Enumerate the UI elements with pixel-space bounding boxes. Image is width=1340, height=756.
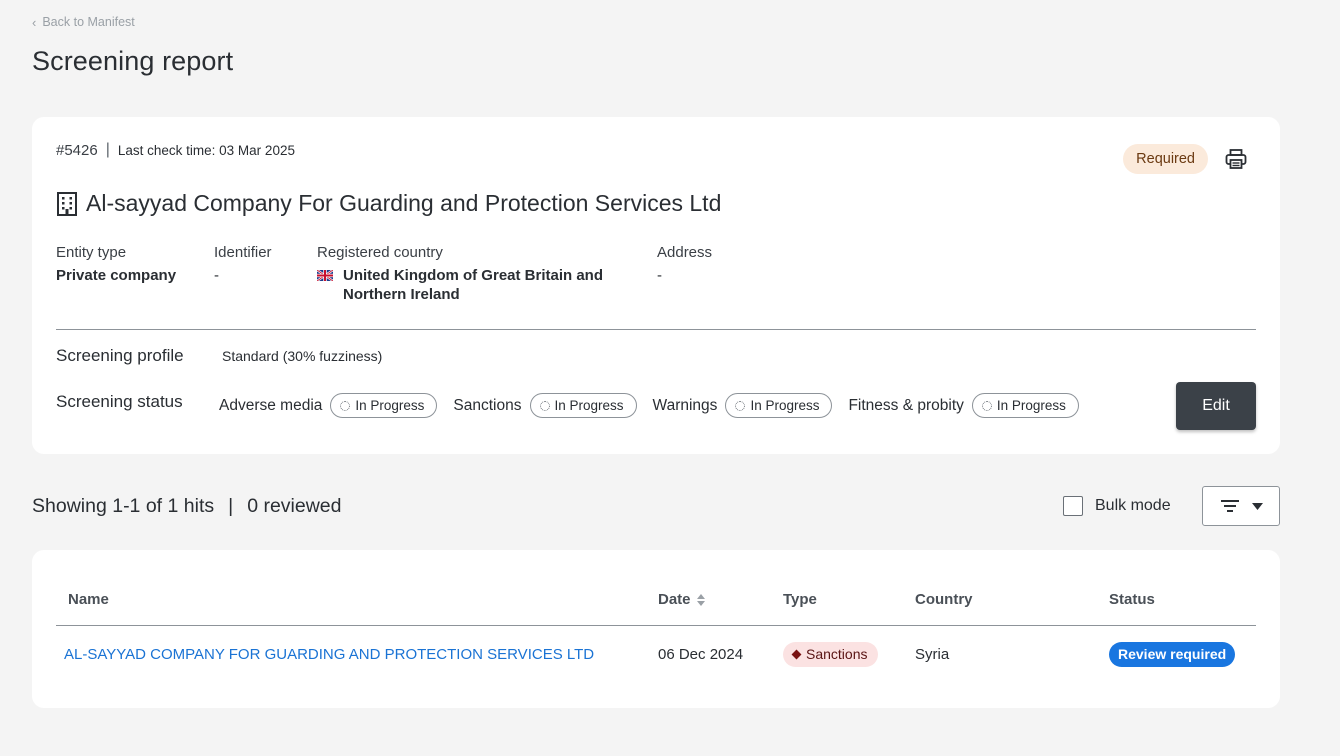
hits-table-card: Name Date Type Country Status AL-SAYYAD … xyxy=(32,550,1280,708)
sort-icon xyxy=(696,593,705,606)
column-label: Name xyxy=(68,591,109,608)
hits-summary: Showing 1-1 of 1 hits | 0 reviewed xyxy=(32,495,342,518)
screening-status-label: Screening status xyxy=(56,392,183,411)
entity-name: Al-sayyad Company For Guarding and Prote… xyxy=(86,190,722,216)
page-title: Screening report xyxy=(32,46,234,76)
hit-country: Syria xyxy=(915,646,950,663)
caret-down-icon xyxy=(1251,502,1263,510)
registered-country-line1: United Kingdom of Great Britain and xyxy=(343,267,604,284)
status-state: In Progress xyxy=(750,398,820,413)
address-value: - xyxy=(657,267,662,284)
registered-country-line2: Northern Ireland xyxy=(343,286,460,303)
entity-type-value: Private company xyxy=(56,267,177,284)
in-progress-pill: In Progress xyxy=(330,393,438,418)
column-header-name[interactable]: Name xyxy=(68,591,109,608)
column-label: Status xyxy=(1109,591,1155,608)
screening-profile-value: Standard (30% fuzziness) xyxy=(222,348,383,364)
report-card: #5426 | Last check time: 03 Mar 2025 Req… xyxy=(32,117,1280,454)
identifier-label: Identifier xyxy=(214,244,272,261)
review-required-badge[interactable]: Review required xyxy=(1109,642,1236,667)
registered-country-label: Registered country xyxy=(317,244,443,261)
status-name: Fitness & probity xyxy=(848,396,964,414)
case-id: #5426 xyxy=(56,141,98,159)
entity-type-field: Entity type Private company xyxy=(56,244,176,285)
hits-count: Showing 1-1 of 1 hits xyxy=(32,495,215,517)
column-label: Type xyxy=(783,591,817,608)
status-state: In Progress xyxy=(355,398,425,413)
status-state: In Progress xyxy=(554,398,624,413)
status-name: Adverse media xyxy=(219,396,323,414)
address-field: Address - xyxy=(657,244,712,285)
bulk-mode-toggle[interactable]: Bulk mode xyxy=(1063,496,1171,516)
column-label: Date xyxy=(658,591,691,608)
reviewed-count: 0 reviewed xyxy=(247,495,342,517)
print-button[interactable] xyxy=(1224,147,1248,171)
spinner-icon xyxy=(539,400,550,411)
filter-lines-icon xyxy=(1220,500,1239,512)
building-icon xyxy=(57,191,77,216)
entity-type-label: Entity type xyxy=(56,244,127,261)
status-sanctions: Sanctions In Progress xyxy=(453,393,637,418)
column-label: Country xyxy=(915,591,973,608)
diamond-icon xyxy=(791,649,802,659)
status-adverse-media: Adverse media In Progress xyxy=(219,393,438,418)
status-badge: Required xyxy=(1123,144,1208,174)
screening-status-list: Adverse media In Progress Sanctions In P… xyxy=(219,393,1095,418)
table-header-divider xyxy=(56,625,1256,626)
registered-country-field: Registered country United Kingdom of Gre… xyxy=(317,244,603,304)
in-progress-pill: In Progress xyxy=(725,393,833,418)
bulk-mode-checkbox[interactable] xyxy=(1063,496,1083,516)
identifier-field: Identifier - xyxy=(214,244,272,285)
spinner-icon xyxy=(735,400,746,411)
section-divider xyxy=(56,329,1256,330)
chevron-left-icon: ‹ xyxy=(32,14,37,30)
back-link-label: Back to Manifest xyxy=(42,15,135,29)
column-header-status[interactable]: Status xyxy=(1109,591,1155,608)
in-progress-pill: In Progress xyxy=(529,393,637,418)
registered-country-value: United Kingdom of Great Britain and Nort… xyxy=(317,266,603,304)
spinner-icon xyxy=(981,400,992,411)
filter-dropdown-button[interactable] xyxy=(1202,486,1280,526)
status-warnings: Warnings In Progress xyxy=(653,393,833,418)
printer-icon xyxy=(1225,149,1247,169)
identifier-value: - xyxy=(214,267,219,284)
address-label: Address xyxy=(657,244,713,261)
type-label: Sanctions xyxy=(806,646,868,662)
back-to-manifest-link[interactable]: ‹ Back to Manifest xyxy=(32,15,135,29)
entity-title: Al-sayyad Company For Guarding and Prote… xyxy=(56,190,721,217)
in-progress-pill: In Progress xyxy=(971,393,1079,418)
type-badge: Sanctions xyxy=(783,642,879,667)
column-header-country[interactable]: Country xyxy=(915,591,973,608)
hit-name-link[interactable]: AL-SAYYAD COMPANY FOR GUARDING AND PROTE… xyxy=(64,646,594,663)
hit-date: 06 Dec 2024 xyxy=(658,646,744,663)
status-name: Warnings xyxy=(652,396,718,414)
status-name: Sanctions xyxy=(453,396,522,414)
meta-separator: | xyxy=(105,141,110,158)
column-header-type[interactable]: Type xyxy=(783,591,817,608)
spinner-icon xyxy=(340,400,351,411)
status-fitness-probity: Fitness & probity In Progress xyxy=(848,393,1079,418)
screening-profile-label: Screening profile xyxy=(56,346,184,365)
report-meta: #5426 | Last check time: 03 Mar 2025 xyxy=(56,141,295,159)
edit-button[interactable]: Edit xyxy=(1176,382,1256,430)
hits-separator: | xyxy=(228,495,234,517)
bulk-mode-label: Bulk mode xyxy=(1095,497,1171,514)
last-check-time: Last check time: 03 Mar 2025 xyxy=(117,142,295,158)
status-state: In Progress xyxy=(996,398,1066,413)
uk-flag-icon xyxy=(317,270,333,281)
column-header-date[interactable]: Date xyxy=(658,591,705,608)
